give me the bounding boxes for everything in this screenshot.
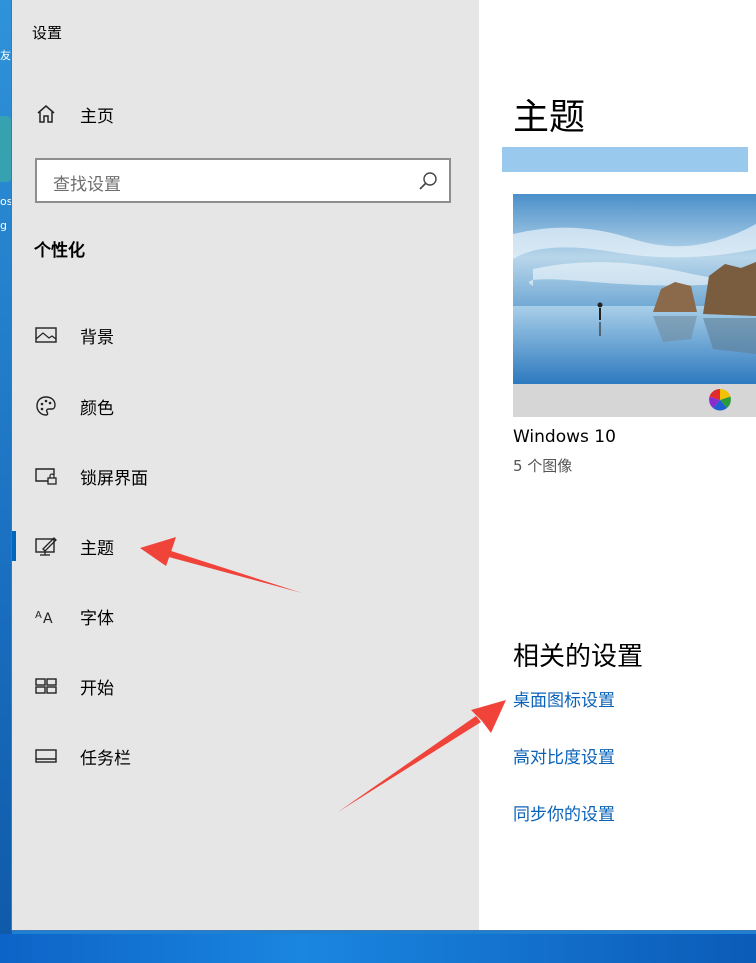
font-icon: AA — [34, 604, 58, 628]
high-contrast-settings-link[interactable]: 高对比度设置 — [513, 743, 615, 768]
desktop-edge: 友 os g — [0, 0, 12, 963]
page-title: 主题 — [513, 97, 586, 138]
sidebar-item-colors[interactable]: 颜色 — [12, 386, 479, 426]
sync-settings-link[interactable]: 同步你的设置 — [513, 800, 615, 825]
sidebar-item-fonts[interactable]: AA 字体 — [12, 596, 479, 636]
theme-name: Windows 10 — [513, 427, 616, 447]
svg-text:A: A — [43, 611, 53, 626]
sidebar-item-label: 背景 — [80, 327, 114, 348]
svg-text:A: A — [35, 610, 42, 621]
lockscreen-icon — [34, 464, 58, 488]
sidebar-item-background[interactable]: 背景 — [12, 315, 479, 355]
palette-icon — [34, 394, 58, 418]
taskbar[interactable] — [0, 934, 756, 963]
search-placeholder: 查找设置 — [53, 175, 121, 195]
sidebar-item-label: 主页 — [80, 106, 114, 127]
sidebar-item-home[interactable]: 主页 — [34, 101, 114, 127]
sidebar-item-themes[interactable]: 主题 — [12, 526, 479, 566]
start-grid-icon — [34, 674, 58, 698]
search-input[interactable]: 查找设置 — [35, 158, 451, 203]
sidebar-item-label: 字体 — [80, 608, 114, 629]
sidebar-item-label: 颜色 — [80, 398, 114, 419]
desktop-label-fragment: g — [0, 219, 7, 232]
theme-brush-icon — [34, 534, 58, 558]
sidebar-item-label: 主题 — [80, 538, 114, 559]
taskbar-icon — [34, 744, 58, 768]
theme-image-count: 5 个图像 — [513, 457, 573, 475]
app-title: 设置 — [32, 24, 63, 42]
sidebar: 设置 主页 查找设置 个性化 背景 颜色 锁屏界面 主题 A A 字体 开始 任… — [12, 0, 479, 930]
theme-accent-bar — [502, 147, 748, 172]
desktop-icon-fragment — [0, 116, 12, 182]
sidebar-item-label: 开始 — [80, 678, 114, 699]
theme-tile-windows10[interactable] — [513, 194, 756, 417]
sidebar-item-label: 锁屏界面 — [80, 468, 148, 489]
desktop-label-fragment: os — [0, 195, 13, 208]
picture-icon — [34, 323, 58, 347]
settings-window: 设置 主页 查找设置 个性化 背景 颜色 锁屏界面 主题 A A 字体 开始 任… — [12, 0, 756, 930]
desktop-icon-settings-link[interactable]: 桌面图标设置 — [513, 686, 615, 711]
desktop-label-fragment: 友 — [0, 49, 11, 62]
sidebar-item-label: 任务栏 — [80, 748, 131, 769]
theme-preview-image — [513, 194, 756, 384]
search-icon[interactable] — [417, 170, 439, 192]
section-title: 个性化 — [34, 241, 85, 261]
sidebar-item-taskbar[interactable]: 任务栏 — [12, 736, 479, 776]
main-content: 主题 Windows 10 5 个图像 相关的设置 桌面图标设置 高对比度设置 … — [479, 0, 756, 930]
sidebar-item-lockscreen[interactable]: 锁屏界面 — [12, 456, 479, 496]
sidebar-item-start[interactable]: 开始 — [12, 666, 479, 706]
related-settings-title: 相关的设置 — [513, 642, 644, 672]
color-wheel-icon — [707, 387, 733, 413]
home-icon — [34, 102, 58, 126]
